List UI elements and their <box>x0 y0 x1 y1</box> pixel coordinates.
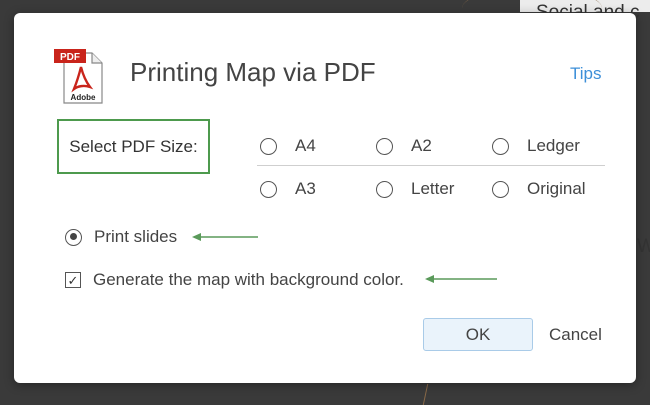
size-option-a2[interactable]: A2 <box>376 136 432 156</box>
radio-circle-icon[interactable] <box>492 137 509 155</box>
size-option-label: Ledger <box>527 136 580 155</box>
tips-link[interactable]: Tips <box>570 64 602 84</box>
size-option-original[interactable]: Original <box>492 179 586 199</box>
print-slides-label: Print slides <box>94 227 178 246</box>
cancel-button[interactable]: Cancel <box>549 325 602 345</box>
size-option-a3[interactable]: A3 <box>260 179 316 199</box>
checkbox-checked-icon[interactable]: ✓ <box>65 272 81 288</box>
size-option-label: A2 <box>411 136 432 155</box>
background-topic-text-right: Wr <box>637 236 650 257</box>
size-option-ledger[interactable]: Ledger <box>492 136 580 156</box>
ok-button[interactable]: OK <box>423 318 533 351</box>
pdf-brand-text: Adobe <box>71 93 96 102</box>
size-option-label: A3 <box>295 179 316 198</box>
background-map-line <box>422 384 436 405</box>
size-options-divider <box>257 165 605 166</box>
size-option-a4[interactable]: A4 <box>260 136 316 156</box>
dialog-title: Printing Map via PDF <box>130 57 376 87</box>
size-option-label: Original <box>527 179 586 198</box>
print-pdf-dialog: PDF Adobe Printing Map via PDF Tips Sele… <box>14 13 636 383</box>
pdf-size-label: Select PDF Size: <box>57 119 210 174</box>
radio-circle-icon[interactable] <box>376 137 393 155</box>
size-option-label: A4 <box>295 136 316 155</box>
radio-circle-icon[interactable] <box>376 180 393 198</box>
radio-circle-icon[interactable] <box>260 137 277 155</box>
radio-selected-icon[interactable] <box>65 228 82 246</box>
radio-circle-icon[interactable] <box>260 180 277 198</box>
print-slides-option[interactable]: Print slides <box>65 227 177 247</box>
pdf-file-icon: PDF Adobe <box>54 49 103 104</box>
radio-circle-icon[interactable] <box>492 180 509 198</box>
size-option-label: Letter <box>411 179 455 198</box>
background-color-label: Generate the map with background color. <box>93 270 404 289</box>
arrow-left-icon <box>192 233 258 241</box>
arrow-left-icon <box>425 275 497 283</box>
background-color-checkbox[interactable]: ✓ Generate the map with background color… <box>65 270 404 290</box>
pdf-badge-text: PDF <box>60 52 80 63</box>
size-option-letter[interactable]: Letter <box>376 179 454 199</box>
